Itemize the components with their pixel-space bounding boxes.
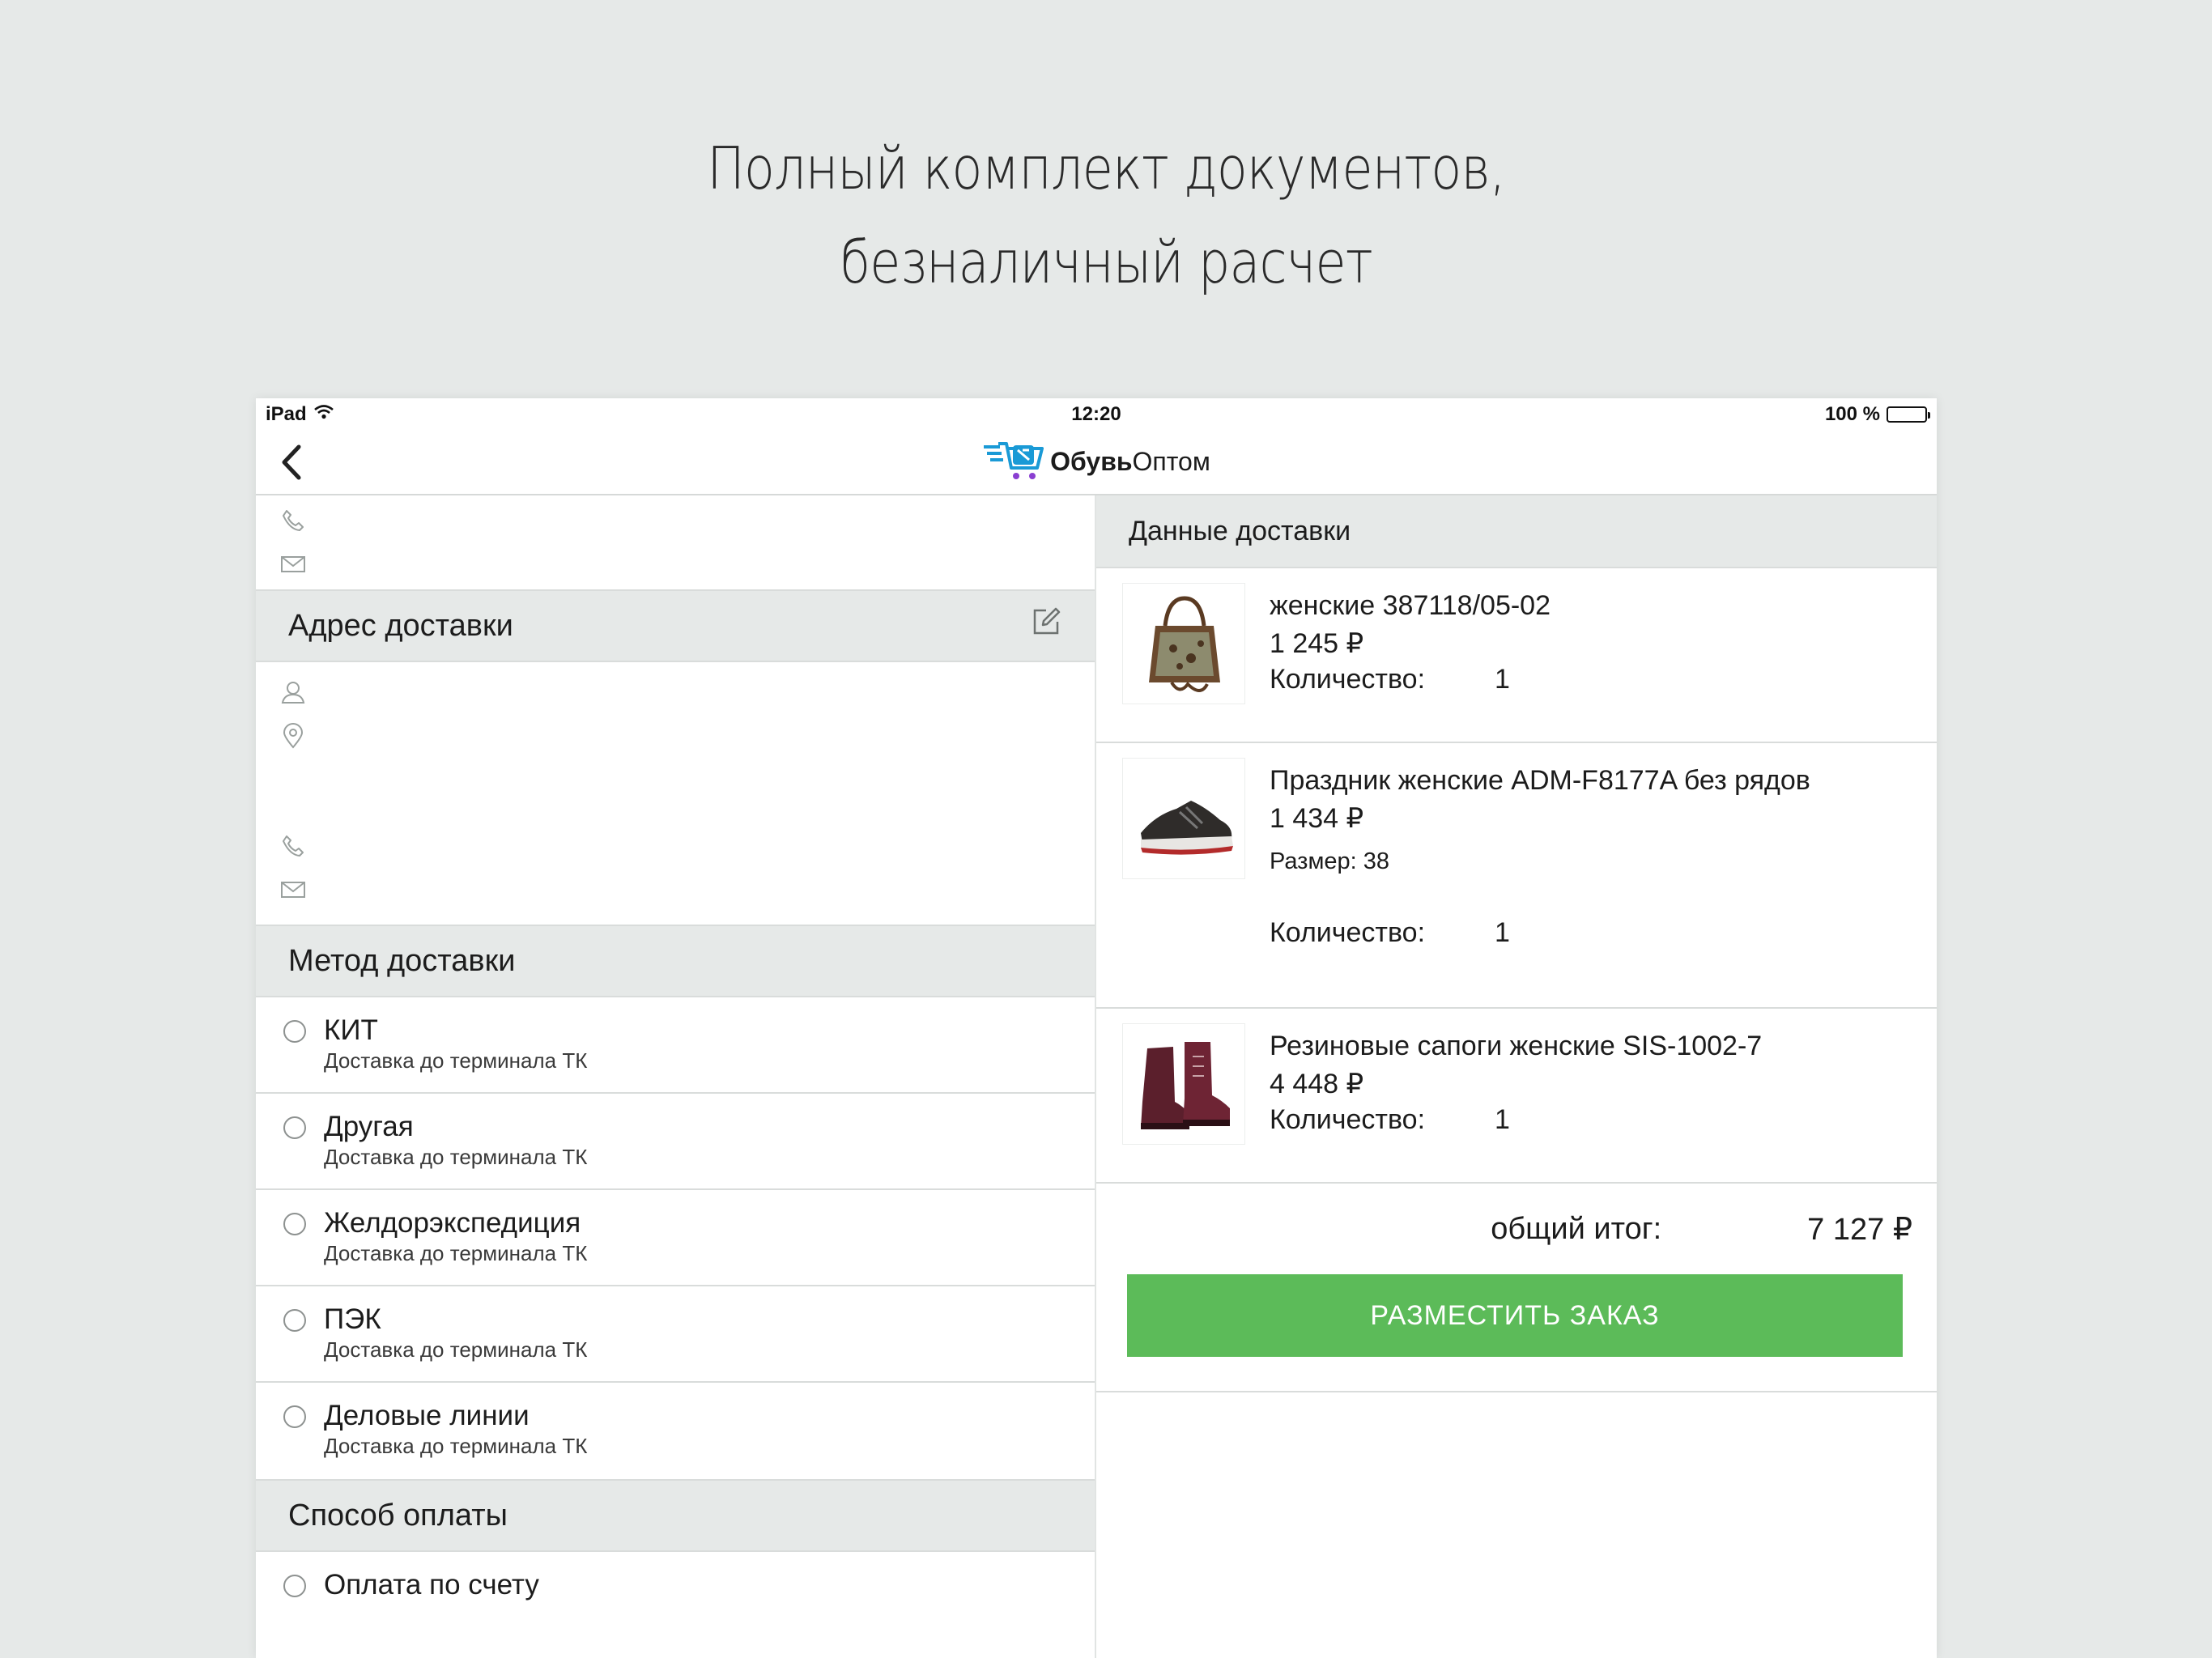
status-bar: iPad 12:20 100 %: [256, 398, 1937, 427]
address-block: [256, 662, 1095, 925]
edit-icon: [1033, 607, 1061, 635]
location-pin-icon: [283, 723, 304, 749]
app-logo: ОбувьОптом: [256, 439, 1937, 484]
address-location-row: [256, 714, 1095, 758]
delivery-option-title: ПЭК: [324, 1303, 381, 1335]
delivery-option-zheldor[interactable]: Желдорэкспедиция Доставка до терминала Т…: [256, 1190, 1095, 1286]
quantity-value: 1: [1495, 917, 1510, 948]
address-phone-row: [256, 824, 306, 868]
person-icon: [281, 682, 305, 704]
radio-button[interactable]: [283, 1405, 306, 1428]
delivery-option-sub: Доставка до терминала ТК: [324, 1241, 588, 1265]
quantity-value: 1: [1495, 1104, 1510, 1135]
size-label: Размер:: [1270, 848, 1357, 874]
delivery-option-sub: Доставка до терминала ТК: [324, 1048, 588, 1073]
quantity-value: 1: [1495, 664, 1510, 695]
promo-line-2: безналичный расчет: [840, 228, 1372, 296]
delivery-options-list: КИТ Доставка до терминала ТК Другая Дост…: [256, 997, 1095, 1479]
quantity-label: Количество:: [1270, 1104, 1426, 1135]
radio-button[interactable]: [283, 1309, 306, 1332]
contact-block: [256, 495, 1095, 589]
quantity-label: Количество:: [1270, 917, 1426, 948]
product-price: 4 448 ₽: [1270, 1069, 1364, 1099]
cart-item[interactable]: Праздник женские ADM-F8177A без рядов 1 …: [1096, 743, 1937, 1009]
total-label: общий итог:: [1491, 1211, 1662, 1246]
delivery-option-kit[interactable]: КИТ Доставка до терминала ТК: [256, 997, 1095, 1094]
cart-item[interactable]: женские 387118/05-02 1 245 ₽ Количество:…: [1096, 568, 1937, 743]
product-quantity-row: Количество: 1: [1270, 917, 1810, 949]
payment-method-header: Способ оплаты: [256, 1479, 1095, 1552]
mail-icon: [281, 556, 305, 572]
right-panel: Данные доставки женские 387118/05-02 1 2…: [1096, 495, 1937, 1658]
quantity-label: Количество:: [1270, 664, 1426, 695]
mail-icon: [281, 882, 305, 898]
contact-phone-row: [256, 499, 1095, 542]
product-quantity-row: Количество: 1: [1270, 1104, 1762, 1136]
delivery-method-header: Метод доставки: [256, 925, 1095, 997]
status-time: 12:20: [1071, 403, 1121, 425]
address-header-label: Адрес доставки: [288, 608, 513, 643]
order-total-row: общий итог: 7 127 ₽: [1096, 1184, 1937, 1274]
product-price: 1 434 ₽: [1270, 803, 1364, 834]
radio-button[interactable]: [283, 1020, 306, 1043]
product-size-row: Размер: 38: [1270, 848, 1810, 875]
payment-option-invoice[interactable]: Оплата по счету: [256, 1552, 1095, 1648]
total-value: 7 127 ₽: [1807, 1212, 1912, 1247]
delivery-option-title: КИТ: [324, 1014, 378, 1046]
contact-email-row: [256, 542, 1095, 586]
delivery-option-title: Деловые линии: [324, 1400, 530, 1431]
place-order-button[interactable]: РАЗМЕСТИТЬ ЗАКАЗ: [1127, 1274, 1903, 1357]
product-image-boots: [1122, 1023, 1245, 1145]
checkout-content: Адрес доставки Метод доставки КИТ Достав…: [256, 495, 1937, 1658]
product-name: женские 387118/05-02: [1270, 590, 1551, 621]
delivery-option-title: Желдорэкспедиция: [324, 1207, 581, 1239]
product-image-sneaker: [1122, 758, 1245, 879]
delivery-method-label: Метод доставки: [288, 943, 516, 978]
logo-text-bold: Обувь: [1050, 446, 1133, 476]
payment-option-title: Оплата по счету: [324, 1569, 539, 1601]
radio-button[interactable]: [283, 1575, 306, 1597]
left-panel: Адрес доставки Метод доставки КИТ Достав…: [256, 495, 1096, 1658]
delivery-option-sub: Доставка до терминала ТК: [324, 1337, 588, 1362]
promo-line-1: Полный комплект документов,: [707, 134, 1505, 202]
payment-method-label: Способ оплаты: [288, 1498, 508, 1533]
battery-percent: 100 %: [1824, 403, 1880, 425]
product-quantity-row: Количество: 1: [1270, 664, 1551, 695]
phone-icon: [283, 510, 304, 531]
battery-icon: [1887, 406, 1930, 423]
address-email-row: [256, 868, 306, 912]
product-price: 1 245 ₽: [1270, 628, 1364, 659]
product-name: Праздник женские ADM-F8177A без рядов: [1270, 765, 1810, 796]
delivery-option-delovye[interactable]: Деловые линии Доставка до терминала ТК: [256, 1383, 1095, 1479]
address-section-header: Адрес доставки: [256, 589, 1095, 662]
delivery-data-header: Данные доставки: [1096, 495, 1937, 568]
product-name: Резиновые сапоги женские SIS-1002-7: [1270, 1031, 1763, 1061]
phone-icon: [283, 835, 304, 857]
delivery-option-sub: Доставка до терминала ТК: [324, 1145, 588, 1169]
delivery-option-sub: Доставка до терминала ТК: [324, 1434, 588, 1458]
ipad-screen: iPad 12:20 100 % ОбувьОптом Адрес достав…: [256, 398, 1937, 1658]
edit-address-button[interactable]: [1030, 606, 1062, 646]
radio-button[interactable]: [283, 1116, 306, 1139]
size-value: 38: [1363, 848, 1390, 874]
delivery-option-pek[interactable]: ПЭК Доставка до терминала ТК: [256, 1286, 1095, 1383]
logo-text-regular: Оптом: [1132, 446, 1210, 476]
delivery-option-title: Другая: [324, 1111, 414, 1142]
address-person-row: [256, 670, 1095, 714]
cart-logo-icon: [984, 442, 1044, 479]
delivery-option-other[interactable]: Другая Доставка до терминала ТК: [256, 1094, 1095, 1190]
nav-bar: ОбувьОптом: [256, 427, 1937, 495]
radio-button[interactable]: [283, 1213, 306, 1235]
promo-heading: Полный комплект документов, безналичный …: [155, 121, 2057, 309]
delivery-data-label: Данные доставки: [1129, 515, 1351, 546]
cart-item[interactable]: Резиновые сапоги женские SIS-1002-7 4 44…: [1096, 1009, 1937, 1184]
order-button-wrap: РАЗМЕСТИТЬ ЗАКАЗ: [1096, 1274, 1937, 1392]
product-image-bag: [1122, 583, 1245, 704]
